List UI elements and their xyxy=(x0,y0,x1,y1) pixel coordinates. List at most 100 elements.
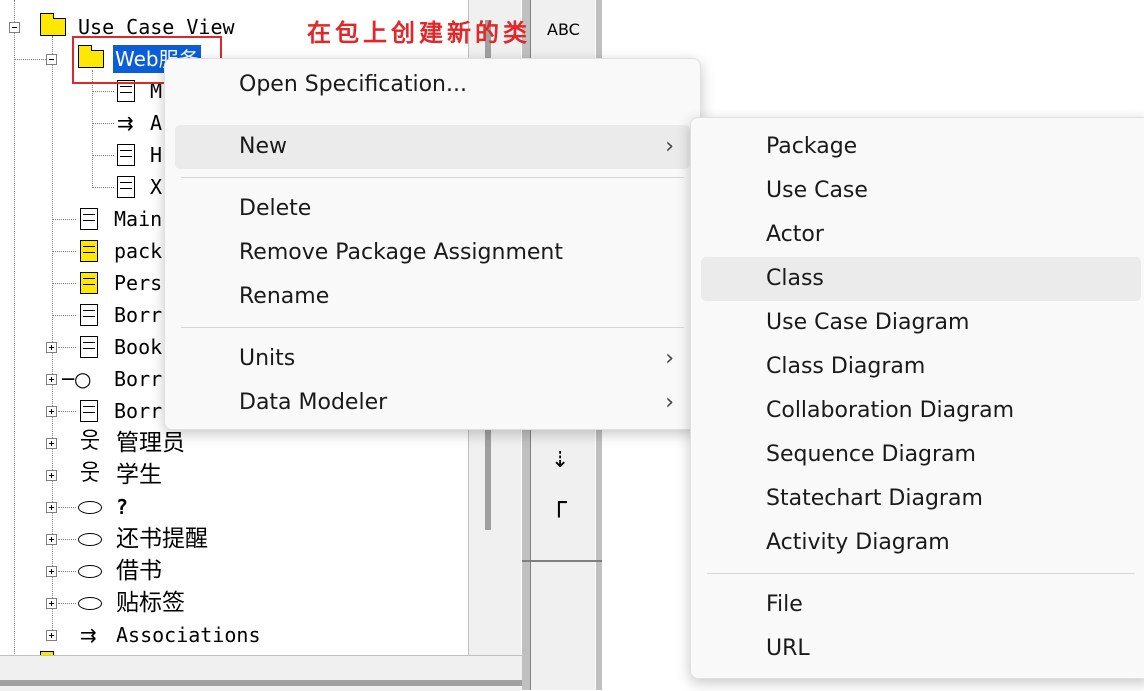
menu-item-label: Sequence Diagram xyxy=(766,442,976,467)
usecase-icon xyxy=(78,565,102,578)
menu-item-class-diagram[interactable]: Class Diagram xyxy=(701,345,1141,389)
expand-toggle[interactable] xyxy=(46,438,57,449)
class-icon xyxy=(80,272,98,294)
menu-item-package[interactable]: Package xyxy=(701,125,1141,169)
menu-item-label: Statechart Diagram xyxy=(766,486,983,511)
tree-row-item[interactable]: ⇉ Associations xyxy=(0,620,460,650)
menu-item-use-case-diagram[interactable]: Use Case Diagram xyxy=(701,301,1141,345)
tree-label: 还书提醒 xyxy=(116,526,208,552)
menu-item-label: Remove Package Assignment xyxy=(239,240,563,265)
tree-row-item[interactable]: ? xyxy=(0,492,460,522)
tree-label: X xyxy=(150,175,163,199)
tree-row-item[interactable]: 贴标签 xyxy=(0,588,460,618)
toolbox-divider xyxy=(522,560,602,562)
menu-separator xyxy=(181,177,684,178)
dependency-tool-icon[interactable]: ⇣ xyxy=(551,448,569,473)
tree-label: 管理员 xyxy=(116,430,185,456)
menu-separator xyxy=(707,573,1135,574)
collapse-toggle[interactable] xyxy=(46,54,57,65)
expand-toggle[interactable] xyxy=(46,374,57,385)
menu-item-label: Open Specification... xyxy=(239,72,467,97)
tree-label: 借书 xyxy=(116,558,162,584)
expand-toggle[interactable] xyxy=(46,630,57,641)
text-tool-icon[interactable]: ABC xyxy=(547,20,580,39)
tree-label: pack xyxy=(114,239,163,263)
menu-item-delete[interactable]: Delete xyxy=(175,187,690,231)
menu-item-label: Use Case Diagram xyxy=(766,310,970,335)
new-submenu: Package Use Case Actor Class Use Case Di… xyxy=(690,117,1144,679)
menu-item-label: URL xyxy=(766,636,810,661)
menu-item-actor[interactable]: Actor xyxy=(701,213,1141,257)
tree-label: H xyxy=(150,143,163,167)
class-icon xyxy=(117,144,135,166)
chevron-right-icon: › xyxy=(665,346,674,371)
tree-label: Pers xyxy=(114,271,163,295)
chevron-right-icon: › xyxy=(665,390,674,415)
expand-toggle[interactable] xyxy=(46,342,57,353)
menu-item-label: Delete xyxy=(239,196,312,221)
expand-toggle[interactable] xyxy=(46,598,57,609)
tree-label: Borr xyxy=(114,399,163,423)
menu-item-label: Data Modeler xyxy=(239,390,388,415)
class-icon xyxy=(117,176,135,198)
menu-item-label: Class xyxy=(766,266,824,291)
tree-row-item[interactable]: 웃 学生 xyxy=(0,460,460,490)
menu-item-use-case[interactable]: Use Case xyxy=(701,169,1141,213)
context-menu: Open Specification... New › Delete Remove… xyxy=(164,58,701,430)
class-icon xyxy=(80,400,98,422)
menu-item-rename[interactable]: Rename xyxy=(175,275,690,319)
usecase-icon xyxy=(78,597,102,610)
usecase-icon xyxy=(78,533,102,546)
menu-item-url[interactable]: URL xyxy=(701,627,1141,671)
menu-item-label: File xyxy=(766,592,803,617)
folder-icon xyxy=(39,13,66,36)
tree-label: 贴标签 xyxy=(116,590,185,616)
menu-item-units[interactable]: Units › xyxy=(175,337,690,381)
tree-label: Borr xyxy=(114,303,163,327)
expand-toggle[interactable] xyxy=(46,502,57,513)
menu-item-label: Units xyxy=(239,346,296,371)
collapse-toggle[interactable] xyxy=(9,22,20,33)
usecase-icon xyxy=(78,501,102,514)
chevron-right-icon: › xyxy=(665,134,674,159)
interface-icon: ─○ xyxy=(62,367,92,391)
tree-row-item[interactable]: 웃 管理员 xyxy=(0,428,460,458)
expand-toggle[interactable] xyxy=(46,534,57,545)
tree-row-item[interactable]: 还书提醒 xyxy=(0,524,460,554)
menu-item-label: Activity Diagram xyxy=(766,530,950,555)
class-icon xyxy=(80,336,98,358)
menu-item-label: Use Case xyxy=(766,178,868,203)
menu-item-label: Collaboration Diagram xyxy=(766,398,1015,423)
menu-item-sequence-diagram[interactable]: Sequence Diagram xyxy=(701,433,1141,477)
menu-item-open-specification[interactable]: Open Specification... xyxy=(175,63,690,107)
menu-item-remove-package-assignment[interactable]: Remove Package Assignment xyxy=(175,231,690,275)
actor-icon: 웃 xyxy=(80,429,101,454)
menu-item-data-modeler[interactable]: Data Modeler › xyxy=(175,381,690,425)
menu-separator xyxy=(181,327,684,328)
menu-item-class[interactable]: Class xyxy=(701,257,1141,301)
tree-label: ? xyxy=(116,495,129,519)
menu-item-label: Package xyxy=(766,134,858,159)
horizontal-scrollbar[interactable] xyxy=(0,655,522,691)
expand-toggle[interactable] xyxy=(46,470,57,481)
tree-label: Associations xyxy=(116,623,261,647)
class-icon xyxy=(80,304,98,326)
tree-label: Book xyxy=(114,335,163,359)
annotation-text: 在包上创建新的类 xyxy=(307,18,531,47)
tree-label: Borr xyxy=(114,367,163,391)
tree-row-item[interactable]: 借书 xyxy=(0,556,460,586)
menu-item-new[interactable]: New › xyxy=(175,125,690,169)
actor-icon: 웃 xyxy=(80,461,101,486)
menu-item-label: New xyxy=(239,134,287,159)
menu-item-collaboration-diagram[interactable]: Collaboration Diagram xyxy=(701,389,1141,433)
menu-item-statechart-diagram[interactable]: Statechart Diagram xyxy=(701,477,1141,521)
menu-item-activity-diagram[interactable]: Activity Diagram xyxy=(701,521,1141,565)
expand-toggle[interactable] xyxy=(46,566,57,577)
expand-toggle[interactable] xyxy=(46,406,57,417)
menu-item-label: Rename xyxy=(239,284,330,309)
associations-icon: ⇉ xyxy=(117,111,134,135)
menu-item-file[interactable]: File xyxy=(701,583,1141,627)
menu-item-label: Class Diagram xyxy=(766,354,926,379)
scrollbar-thumb[interactable] xyxy=(0,680,522,686)
corner-tool-icon[interactable]: ┌ xyxy=(551,488,567,518)
